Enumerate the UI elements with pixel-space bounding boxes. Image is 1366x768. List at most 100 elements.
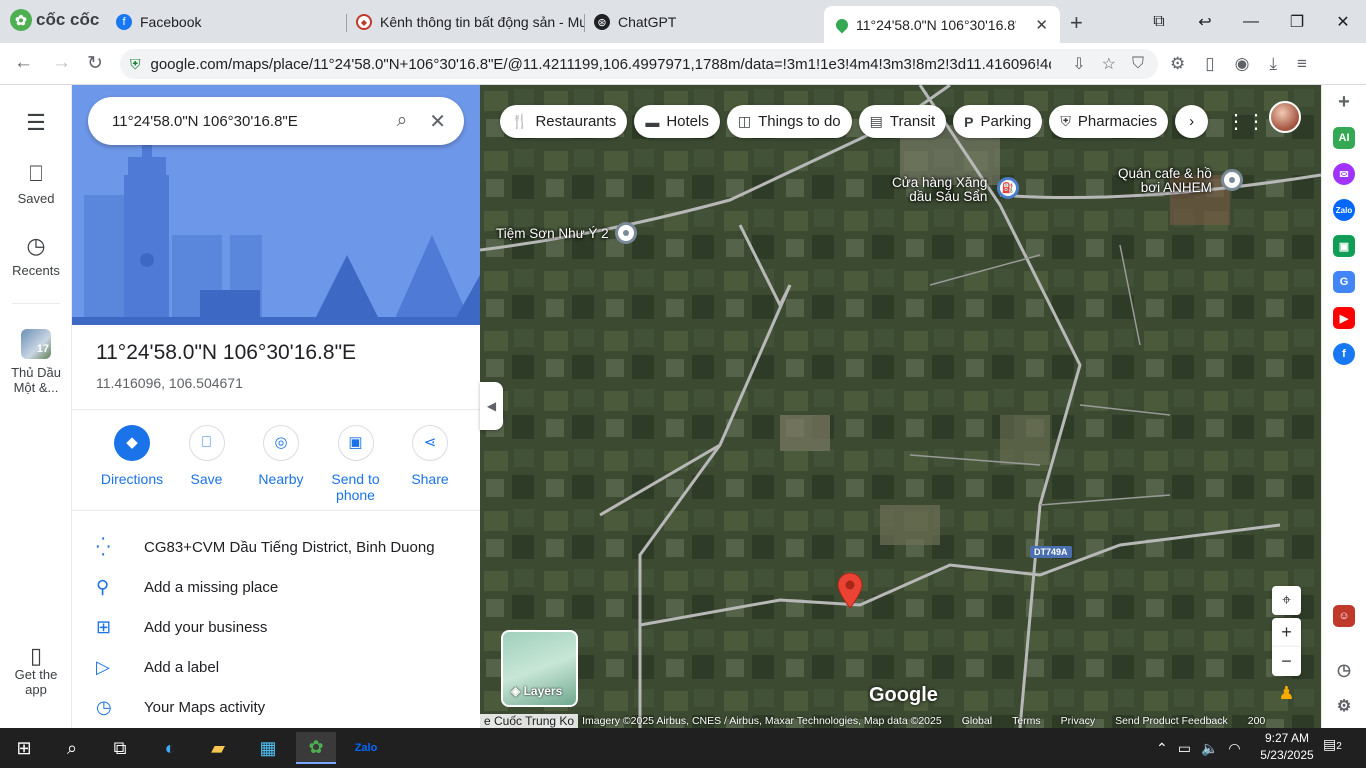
youtube-icon[interactable]: ▶	[1333, 307, 1355, 329]
feedback-link[interactable]: Send Product Feedback	[1115, 715, 1228, 727]
reload-icon[interactable]: ↻	[87, 52, 103, 75]
forward-arrow-icon[interactable]: →	[52, 52, 71, 74]
tab-facebook[interactable]: f Facebook	[104, 6, 344, 38]
settings-gear-icon[interactable]: ⚙	[1333, 695, 1355, 717]
zoom-in-button[interactable]: +	[1272, 618, 1301, 647]
collapse-panel-button[interactable]: ◀	[480, 382, 503, 430]
my-location-button[interactable]: ⌖	[1272, 586, 1301, 615]
layers-button[interactable]: ◈ Layers	[501, 630, 578, 707]
directions-button[interactable]: ◆ Directions	[96, 425, 168, 503]
hamburger-menu-icon[interactable]: ☰	[0, 110, 72, 136]
map-label-cafe[interactable]: Quán cafe & hồ bơi ANHEM	[1118, 167, 1212, 195]
place-marker-icon[interactable]	[615, 222, 637, 244]
search-icon[interactable]: ⌕	[397, 110, 408, 132]
chip-hotels[interactable]: ▬ Hotels	[634, 105, 720, 138]
add-missing-place-row[interactable]: ⚲ Add a missing place	[96, 567, 466, 607]
maximize-icon[interactable]: ❐	[1274, 0, 1320, 43]
privacy-link[interactable]: Privacy	[1061, 715, 1095, 727]
new-tab-icon[interactable]: +	[1070, 10, 1083, 36]
sidebar-toggle-icon[interactable]: ▯	[1205, 54, 1214, 74]
microsoft-store-icon[interactable]: ▦	[248, 732, 288, 764]
add-business-row[interactable]: ⊞ Add your business	[96, 607, 466, 647]
edge-browser-icon[interactable]: ◐	[150, 732, 190, 764]
rail-saved[interactable]: ⎕ Saved	[0, 161, 72, 206]
send-to-phone-button[interactable]: ▣ Send to phone	[320, 425, 392, 503]
chip-parking[interactable]: P Parking	[953, 105, 1043, 138]
maps-activity-row[interactable]: ◷ Your Maps activity	[96, 687, 466, 727]
history-icon[interactable]: ◷	[1333, 659, 1355, 681]
tab-chatgpt[interactable]: ⊛ ChatGPT	[582, 6, 822, 38]
coccoc-taskbar-icon[interactable]: ✿	[296, 732, 336, 764]
nearby-button[interactable]: ◎ Nearby	[245, 425, 317, 503]
chip-transit[interactable]: ▤ Transit	[858, 105, 947, 138]
back-arrow-icon[interactable]: ←	[14, 52, 33, 74]
rail-recents[interactable]: ◷ Recents	[0, 233, 72, 278]
chip-restaurants[interactable]: 🍴 Restaurants	[500, 105, 628, 138]
minimize-icon[interactable]: —	[1228, 0, 1274, 43]
task-view-icon[interactable]: ⧉	[100, 732, 140, 764]
share-button[interactable]: ⋖ Share	[394, 425, 466, 503]
map-label-gas-station[interactable]: Cửa hàng Xăng dầu Sáu Sẩn	[892, 176, 987, 204]
global-link[interactable]: Global	[962, 715, 992, 727]
account-avatar[interactable]	[1269, 101, 1301, 133]
satellite-map[interactable]: Tiệm Sơn Như Ý 2 Cửa hàng Xăng dầu Sáu S…	[480, 85, 1321, 728]
tab-real-estate[interactable]: ◆ Kênh thông tin bất động sản - Mu	[344, 6, 584, 38]
clear-search-icon[interactable]: ✕	[429, 109, 446, 134]
messenger-icon[interactable]: ✉	[1333, 163, 1355, 185]
windows-start-icon[interactable]: ⊞	[4, 732, 44, 764]
wifi-icon[interactable]: ◠	[1228, 740, 1240, 757]
map-label-paint-shop[interactable]: Tiệm Sơn Như Ý 2	[496, 227, 609, 241]
rail-get-app[interactable]: ▯ Get the app	[0, 645, 72, 698]
scale-label[interactable]: 200	[1248, 715, 1266, 727]
dropped-pin-icon[interactable]	[837, 573, 863, 609]
zalo-icon[interactable]: Zalo	[1333, 199, 1355, 221]
profile-icon[interactable]: ◉	[1235, 54, 1250, 74]
google-apps-icon[interactable]: ⋮⋮	[1226, 109, 1266, 134]
place-coordinates[interactable]: 11.416096, 106.504671	[96, 375, 243, 391]
file-explorer-icon[interactable]: ▰	[198, 732, 238, 764]
translate-icon[interactable]: G	[1333, 271, 1355, 293]
back-history-icon[interactable]: ↩	[1182, 0, 1228, 43]
ai-assistant-icon[interactable]: AI	[1333, 127, 1355, 149]
game-avatar-icon[interactable]: ☺	[1333, 605, 1355, 627]
add-sidebar-icon[interactable]: +	[1333, 91, 1355, 113]
chips-next-button[interactable]: ›	[1175, 105, 1209, 138]
save-button[interactable]: ⎕ Save	[171, 425, 243, 503]
search-box[interactable]: 11°24'58.0"N 106°30'16.8"E ⌕ ✕	[88, 97, 464, 145]
extensions-icon[interactable]: ⚙	[1170, 54, 1185, 74]
adblock-shield-icon[interactable]: ⛉	[1132, 55, 1144, 73]
street-view-pegman-icon[interactable]: ♟	[1272, 680, 1301, 706]
omnibox[interactable]: ⛨ google.com/maps/place/11°24'58.0"N+106…	[120, 49, 1158, 79]
url-text[interactable]: google.com/maps/place/11°24'58.0"N+106°3…	[151, 56, 1051, 73]
volume-icon[interactable]: 🔈	[1201, 740, 1218, 757]
close-tab-icon[interactable]: ✕	[1035, 16, 1048, 34]
bookmark-star-icon[interactable]: ☆	[1102, 54, 1116, 74]
system-clock[interactable]: 9:27 AM 5/23/2025	[1258, 730, 1316, 764]
downloads-icon[interactable]: ⤓	[1269, 54, 1277, 74]
tray-chevron-up-icon[interactable]: ⌃	[1156, 740, 1168, 757]
terms-link[interactable]: Terms	[1012, 715, 1041, 727]
search-icon[interactable]: ⌕	[52, 732, 92, 764]
bottom-place-label[interactable]: e Cuốc Trung Ko	[480, 713, 579, 728]
add-label-row[interactable]: ▷ Add a label	[96, 647, 466, 687]
search-input[interactable]: 11°24'58.0"N 106°30'16.8"E	[112, 113, 397, 130]
gas-station-icon[interactable]: ⛽	[997, 177, 1019, 199]
install-app-icon[interactable]: ⇩	[1072, 54, 1085, 74]
menu-icon[interactable]: ≡	[1297, 54, 1307, 74]
close-window-icon[interactable]: ✕	[1320, 0, 1366, 43]
games-icon[interactable]: ▣	[1333, 235, 1355, 257]
facebook-icon[interactable]: f	[1333, 343, 1355, 365]
zalo-taskbar-icon[interactable]: Zalo	[346, 732, 386, 764]
site-info-icon[interactable]: ⛨	[130, 56, 141, 73]
plus-code-row[interactable]: ⁛ CG83+CVM Dầu Tiếng District, Binh Duon…	[96, 527, 466, 567]
chip-things-to-do[interactable]: ◫ Things to do	[726, 105, 852, 138]
place-marker-icon[interactable]	[1221, 169, 1243, 191]
zoom-out-button[interactable]: −	[1272, 647, 1301, 676]
tab-google-maps[interactable]: 11°24'58.0"N 106°30'16.8"E - ✕	[824, 6, 1060, 43]
chip-pharmacies[interactable]: ⛨ Pharmacies	[1049, 105, 1169, 138]
browser-brand[interactable]: ✿ cốc cốc	[10, 9, 99, 31]
notification-center[interactable]: ▤2	[1323, 736, 1342, 753]
rail-recent-place[interactable]: 17 Thủ Dầu Một &...	[0, 329, 72, 395]
tab-search-icon[interactable]: ⧉	[1136, 0, 1182, 43]
battery-icon[interactable]: ▭	[1178, 740, 1191, 757]
